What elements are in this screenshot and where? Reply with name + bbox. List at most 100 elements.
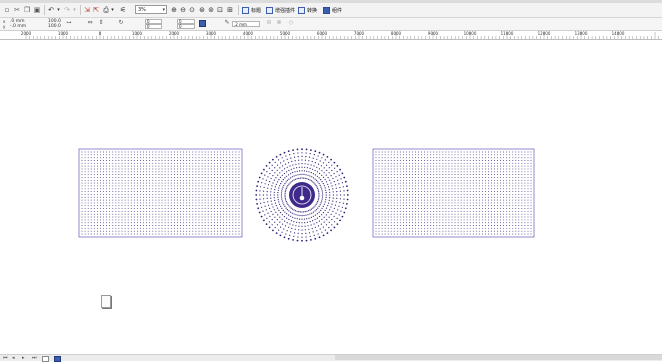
grid-dot	[387, 160, 389, 161]
burst-dot	[287, 150, 290, 153]
page-nav-next-icon[interactable]: ▸	[22, 355, 25, 361]
grid-dot	[466, 165, 468, 167]
grid-dot	[405, 168, 407, 170]
left-dot-panel-frame[interactable]	[78, 148, 243, 238]
combine-icon[interactable]: ⊗	[276, 18, 282, 28]
page-nav-prev-icon[interactable]: ◂	[12, 355, 15, 361]
outline-pen-icon[interactable]: ✎	[224, 18, 230, 28]
grid-dot	[402, 182, 404, 184]
undo-dropdown-icon[interactable]: ▾	[56, 5, 61, 15]
right-dot-panel-frame[interactable]	[372, 148, 535, 238]
copy-icon[interactable]: ❐	[23, 5, 31, 15]
mirror-h-icon[interactable]: ⇔	[87, 18, 93, 28]
burst-dot	[279, 203, 281, 205]
ruler-label: 11000	[500, 31, 514, 36]
zoom-selected-icon[interactable]: ⊙	[188, 5, 196, 15]
grid-dot	[152, 202, 154, 204]
zoom-page-icon[interactable]: ⊚	[207, 5, 215, 15]
zoom-height-icon[interactable]: ⊞	[226, 5, 234, 15]
burst-dot	[288, 205, 290, 207]
burst-dot	[264, 214, 266, 216]
mirror-v-icon[interactable]: ⇕	[98, 18, 104, 28]
corner-field-2[interactable]: 0	[177, 24, 195, 29]
burst-dot	[312, 157, 314, 159]
export-icon[interactable]: ⇱	[92, 5, 100, 15]
drawing-canvas[interactable]	[0, 40, 662, 353]
grid-dot	[518, 208, 520, 210]
grid-dot	[121, 171, 123, 173]
import-icon[interactable]: ⇲	[83, 5, 91, 15]
zoom-width-icon[interactable]: ⊡	[216, 5, 224, 15]
cut-icon[interactable]: ✂	[13, 5, 21, 15]
title-button[interactable]: 标题	[242, 5, 261, 15]
zoom-all-icon[interactable]: ⊛	[198, 5, 206, 15]
grid-dot	[415, 225, 416, 226]
grid-dot	[439, 191, 441, 193]
grid-dot	[207, 216, 209, 218]
burst-dot	[327, 177, 329, 179]
horizontal-scrollbar[interactable]	[335, 355, 662, 360]
snap-icon[interactable]: ⚟	[119, 5, 127, 15]
page-nav-last-icon[interactable]: ⏭	[32, 355, 37, 361]
print-icon[interactable]: ⎙	[102, 5, 110, 15]
grid-dot	[87, 216, 89, 218]
burst-dot	[291, 227, 293, 230]
wrap-icon[interactable]: ⊘	[266, 18, 272, 28]
grid-dot	[201, 151, 203, 153]
height-field[interactable]: 100.0	[48, 24, 61, 29]
grid-dot	[143, 199, 145, 201]
rotation-field-2[interactable]: 0	[145, 24, 162, 29]
burst-dot	[330, 206, 332, 208]
burst-dot	[298, 163, 300, 165]
grid-dot	[183, 157, 185, 159]
grid-dot	[378, 199, 380, 201]
grid-dot	[402, 233, 404, 235]
grid-dot	[232, 219, 234, 221]
grid-dot	[402, 171, 404, 173]
scale-lock-icon[interactable]	[199, 20, 206, 27]
enhance-plugin-button[interactable]: 增强插件	[266, 5, 295, 15]
outline-width-select[interactable]: .2 mm	[232, 21, 260, 27]
redo-dropdown-icon[interactable]: ▾	[72, 5, 77, 15]
burst-dot	[318, 192, 320, 194]
grid-dot	[238, 171, 240, 173]
grid-dot	[405, 191, 407, 193]
zoom-out-icon[interactable]: ⊖	[179, 5, 187, 15]
burst-dot	[305, 214, 307, 216]
grid-dot	[475, 219, 477, 221]
rotate-icon[interactable]: ↻	[118, 18, 124, 28]
print-dropdown-icon[interactable]: ▾	[110, 5, 115, 15]
lock-ratio-icon[interactable]: ⊶	[66, 18, 72, 28]
convert-curve-icon[interactable]: ◇	[288, 18, 294, 28]
page-tab-icon[interactable]	[42, 356, 49, 362]
redo-icon[interactable]: ↷	[63, 5, 71, 15]
grid-dot	[375, 151, 377, 153]
page-icon[interactable]	[101, 295, 111, 308]
component-button[interactable]: 组件	[323, 5, 342, 15]
burst-dot	[339, 219, 341, 222]
page-nav-first-icon[interactable]: ⏮	[3, 355, 8, 361]
y-position-field[interactable]: -.0 mm	[10, 24, 26, 29]
grid-dot	[412, 230, 413, 232]
grid-dot	[472, 176, 474, 178]
paste-icon[interactable]: ▣	[33, 5, 41, 15]
grid-dot	[186, 213, 188, 215]
grid-dot	[87, 174, 89, 176]
grid-dot	[448, 185, 450, 187]
undo-icon[interactable]: ↶	[47, 5, 55, 15]
new-icon[interactable]: ▫	[3, 5, 11, 15]
grid-dot	[421, 179, 423, 181]
grid-dot	[93, 208, 95, 210]
grid-dot	[130, 160, 132, 161]
zoom-level-select[interactable]: 3% ▾	[135, 5, 167, 14]
grid-dot	[418, 219, 419, 221]
grid-dot	[488, 205, 489, 207]
grid-dot	[183, 227, 185, 229]
burst-dot	[303, 218, 305, 220]
grid-dot	[229, 222, 231, 224]
burst-dot	[277, 189, 279, 191]
convert-button[interactable]: 转换	[298, 5, 317, 15]
zoom-in-icon[interactable]: ⊕	[170, 5, 178, 15]
grid-dot	[515, 210, 517, 212]
add-page-icon[interactable]	[54, 356, 61, 362]
